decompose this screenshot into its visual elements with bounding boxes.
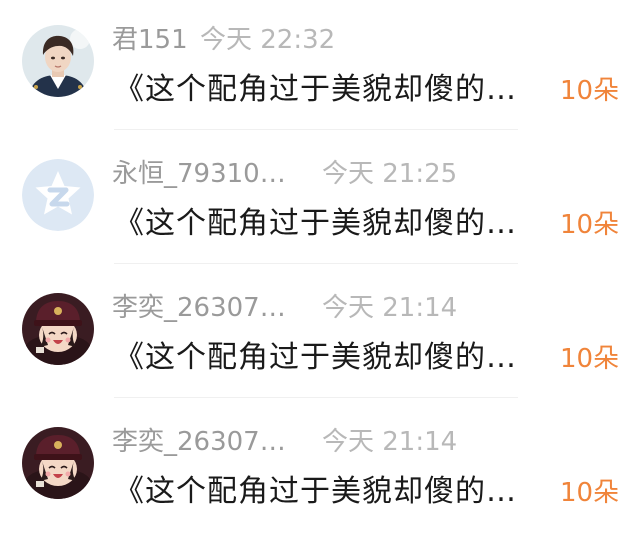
timestamp: 今天 21:14: [322, 427, 458, 457]
avatar[interactable]: [22, 159, 94, 231]
timestamp: 今天 22:32: [200, 25, 336, 55]
list-item[interactable]: 李奕_26307… 今天 21:14 《这个配角过于美貌却傻的… 10朵: [0, 402, 640, 536]
message-text: 《这个配角过于美貌却傻的…: [114, 474, 517, 509]
avatar[interactable]: [22, 427, 94, 499]
message-text: 《这个配角过于美貌却傻的…: [114, 72, 517, 107]
anime-girl-hat-icon: [22, 427, 94, 499]
flower-count: 10朵: [560, 76, 620, 106]
message-text: 《这个配角过于美貌却傻的…: [114, 340, 517, 375]
gift-record-list: 君151 今天 22:32 《这个配角过于美貌却傻的… 10朵 永恒_79310…: [0, 0, 640, 536]
default-z-avatar-icon: [22, 159, 94, 231]
flower-count: 10朵: [560, 478, 620, 508]
timestamp: 今天 21:25: [322, 159, 458, 189]
message-text: 《这个配角过于美貌却傻的…: [114, 206, 517, 241]
username[interactable]: 永恒_79310…: [112, 153, 286, 190]
boy-portrait-icon: [22, 25, 94, 97]
anime-girl-hat-icon: [22, 293, 94, 365]
username[interactable]: 李奕_26307…: [112, 421, 286, 458]
divider: [114, 129, 518, 130]
divider: [114, 397, 518, 398]
username[interactable]: 君151: [112, 19, 188, 56]
avatar[interactable]: [22, 293, 94, 365]
timestamp: 今天 21:14: [322, 293, 458, 323]
divider: [114, 263, 518, 264]
avatar[interactable]: [22, 25, 94, 97]
flower-count: 10朵: [560, 210, 620, 240]
list-item[interactable]: 永恒_79310… 今天 21:25 《这个配角过于美貌却傻的… 10朵: [0, 134, 640, 268]
flower-count: 10朵: [560, 344, 620, 374]
list-item[interactable]: 李奕_26307… 今天 21:14 《这个配角过于美貌却傻的… 10朵: [0, 268, 640, 402]
list-item[interactable]: 君151 今天 22:32 《这个配角过于美貌却傻的… 10朵: [0, 0, 640, 134]
username[interactable]: 李奕_26307…: [112, 287, 286, 324]
